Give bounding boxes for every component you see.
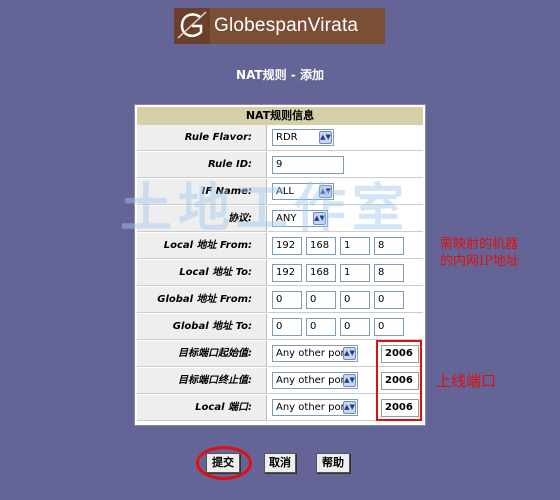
global-from-ip-octet-2[interactable]: 0 (306, 291, 336, 309)
global-from-ip-octet-3[interactable]: 0 (340, 291, 370, 309)
global-from-cell: 0 0 0 0 (268, 287, 423, 313)
local-port-select-value: Any other port (276, 402, 349, 413)
local-port-label: Local 端口: (137, 395, 267, 421)
local-to-ip-octet-3[interactable]: 1 (340, 264, 370, 282)
row-rule-flavor: Rule Flavor: RDR ▲▼ (137, 125, 423, 152)
globespanvirata-logo: GlobespanVirata (174, 8, 385, 44)
help-button[interactable]: 帮助 (316, 453, 350, 473)
global-to-ip-octet-2[interactable]: 0 (306, 318, 336, 336)
chevron-down-icon: ▲▼ (343, 374, 356, 387)
global-to-label: Global 地址 To: (137, 314, 267, 340)
global-to-ip-octet-4[interactable]: 0 (374, 318, 404, 336)
dest-port-end-select-value: Any other port (276, 375, 349, 386)
cancel-button[interactable]: 取消 (264, 453, 296, 473)
local-from-ip-octet-2[interactable]: 168 (306, 237, 336, 255)
local-to-label: Local 地址 To: (137, 260, 267, 286)
row-global-to: Global 地址 To: 0 0 0 0 (137, 314, 423, 341)
local-from-ip-octet-1[interactable]: 192 (272, 237, 302, 255)
row-global-from: Global 地址 From: 0 0 0 0 (137, 287, 423, 314)
global-from-label: Global 地址 From: (137, 287, 267, 313)
port-highlight-box (376, 340, 422, 421)
dest-port-end-select[interactable]: Any other port ▲▼ (272, 372, 358, 389)
chevron-down-icon: ▲▼ (343, 401, 356, 414)
submit-highlight-ring (196, 446, 252, 480)
dest-port-start-label: 目标端口起始值: (137, 341, 267, 367)
global-from-ip-octet-4[interactable]: 0 (374, 291, 404, 309)
ip-annotation-line1: 需映射的机器 (440, 237, 519, 252)
row-local-to: Local 地址 To: 192 168 1 8 (137, 260, 423, 287)
rule-flavor-cell: RDR ▲▼ (268, 125, 423, 151)
local-to-ip-octet-4[interactable]: 8 (374, 264, 404, 282)
port-annotation: 上线端口 (436, 372, 497, 390)
chevron-down-icon: ▲▼ (343, 347, 356, 360)
local-from-label: Local 地址 From: (137, 233, 267, 259)
local-from-cell: 192 168 1 8 (268, 233, 423, 259)
dest-port-start-select-value: Any other port (276, 348, 349, 359)
global-to-ip-octet-1[interactable]: 0 (272, 318, 302, 336)
rule-flavor-label: Rule Flavor: (137, 125, 267, 151)
local-to-ip-octet-1[interactable]: 192 (272, 264, 302, 282)
local-from-ip-octet-3[interactable]: 1 (340, 237, 370, 255)
logo-g-icon (174, 8, 210, 44)
local-to-ip-octet-2[interactable]: 168 (306, 264, 336, 282)
rule-flavor-value: RDR (276, 132, 298, 143)
global-to-cell: 0 0 0 0 (268, 314, 423, 340)
page-title: NAT规则 - 添加 (236, 68, 324, 82)
global-to-ip-octet-3[interactable]: 0 (340, 318, 370, 336)
chevron-down-icon: ▲▼ (319, 131, 332, 144)
dest-port-end-label: 目标端口终止值: (137, 368, 267, 394)
form-header: NAT规则信息 (137, 107, 423, 125)
dest-port-start-select[interactable]: Any other port ▲▼ (272, 345, 358, 362)
row-local-from: Local 地址 From: 192 168 1 8 (137, 233, 423, 260)
rule-flavor-select[interactable]: RDR ▲▼ (272, 129, 334, 146)
global-from-ip-octet-1[interactable]: 0 (272, 291, 302, 309)
local-from-ip-octet-4[interactable]: 8 (374, 237, 404, 255)
local-to-cell: 192 168 1 8 (268, 260, 423, 286)
local-port-select[interactable]: Any other port ▲▼ (272, 399, 358, 416)
watermark-text: 土地工作室 (120, 179, 411, 236)
ip-annotation-line2: 的内网IP地址 (440, 254, 519, 269)
logo-text: GlobespanVirata (214, 15, 359, 36)
